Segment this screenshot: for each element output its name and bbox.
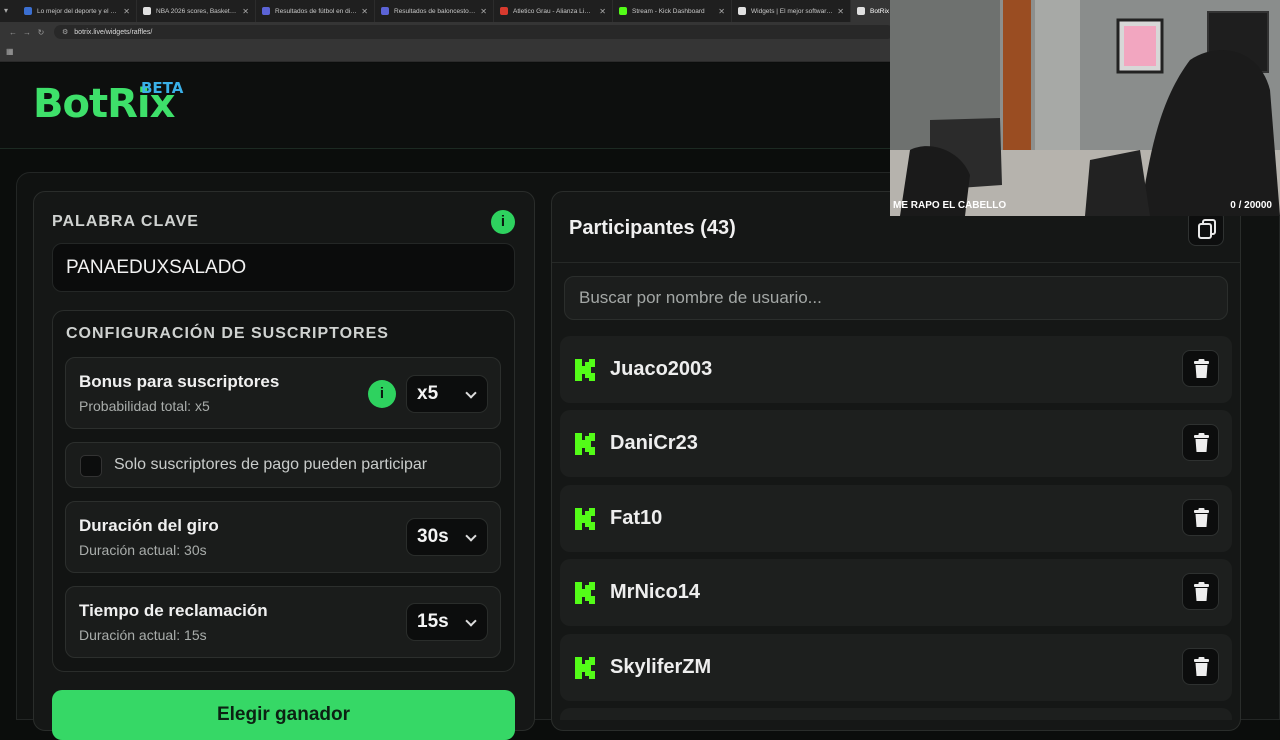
forward-arrow-icon[interactable]: →	[20, 28, 34, 37]
participant-username: Fat10	[610, 507, 663, 529]
tab-title: Atletico Grau - Alianza Lima Cu	[513, 7, 596, 15]
delete-participant-button[interactable]	[1182, 424, 1219, 461]
participant-search-input[interactable]	[564, 276, 1228, 320]
kick-icon	[575, 657, 595, 679]
keyword-label: PALABRA CLAVE	[52, 213, 199, 230]
tab-favicon-icon	[381, 7, 389, 15]
webcam-overlay: ME RAPO EL CABELLO 0 / 20000	[890, 0, 1280, 216]
participant-row: Juaco2003	[560, 336, 1232, 403]
subscriber-settings-title: CONFIGURACIÓN DE SUSCRIPTORES	[66, 325, 389, 342]
browser-tab[interactable]: NBA 2026 scores, Basketball U ✕	[137, 0, 256, 22]
delete-participant-button[interactable]	[1182, 573, 1219, 610]
participant-username: Juaco2003	[610, 358, 713, 380]
choose-winner-button[interactable]: Elegir ganador	[52, 690, 515, 740]
reload-icon[interactable]: ↻	[34, 28, 48, 37]
claim-time-select[interactable]: 15s	[406, 603, 488, 641]
webcam-caption: ME RAPO EL CABELLO	[893, 200, 1007, 211]
trash-icon	[1194, 582, 1209, 601]
paid-only-checkbox[interactable]	[80, 455, 102, 477]
tab-search-icon[interactable]: ▾	[4, 6, 8, 15]
url-field[interactable]: ⚙ botrix.live/widgets/raffles/	[54, 25, 894, 39]
trash-icon	[1194, 508, 1209, 527]
kick-icon	[575, 433, 595, 455]
claim-time-row: Tiempo de reclamación Duración actual: 1…	[65, 586, 501, 658]
bonus-subtitle: Probabilidad total: x5	[79, 398, 210, 414]
browser-tab[interactable]: Lo mejor del deporte y el entre ✕	[18, 0, 137, 22]
browser-tab[interactable]: Atletico Grau - Alianza Lima Cu ✕	[494, 0, 613, 22]
trash-icon	[1194, 657, 1209, 676]
spin-duration-title: Duración del giro	[79, 516, 219, 535]
participant-username: DaniCr23	[610, 432, 698, 454]
tab-title: Stream - Kick Dashboard	[632, 7, 705, 15]
browser-tab[interactable]: Widgets | El mejor software pa ✕	[732, 0, 851, 22]
delete-participant-button[interactable]	[1182, 350, 1219, 387]
copy-icon	[1198, 219, 1216, 239]
participant-username: SkyliferZM	[610, 656, 712, 678]
site-info-icon[interactable]: ⚙	[62, 28, 68, 36]
browser-tab[interactable]: Stream - Kick Dashboard ✕	[613, 0, 732, 22]
claim-time-subtitle: Duración actual: 15s	[79, 627, 207, 643]
tab-favicon-icon	[619, 7, 627, 15]
participant-row: DaniCr23	[560, 410, 1232, 477]
tab-title: Resultados de baloncesto en di	[394, 7, 477, 15]
tab-favicon-icon	[24, 7, 32, 15]
close-tab-icon[interactable]: ✕	[599, 7, 606, 16]
participant-row: MrNico14	[560, 559, 1232, 626]
kick-icon	[575, 359, 595, 381]
kick-icon	[575, 582, 595, 604]
apps-grid-icon[interactable]: ▦	[6, 47, 14, 56]
delete-participant-button[interactable]	[1182, 499, 1219, 536]
back-arrow-icon[interactable]: ←	[6, 28, 20, 37]
close-tab-icon[interactable]: ✕	[837, 7, 844, 16]
bonus-select[interactable]: x5	[406, 375, 488, 413]
close-tab-icon[interactable]: ✕	[718, 7, 725, 16]
tab-title: Resultados de fútbol en directo	[275, 7, 358, 15]
participant-row	[560, 708, 1232, 720]
webcam-room-image	[890, 0, 1280, 216]
browser-tab[interactable]: Resultados de baloncesto en di ✕	[375, 0, 494, 22]
trash-icon	[1194, 433, 1209, 452]
participant-username: MrNico14	[610, 581, 701, 603]
chevron-down-icon	[465, 387, 477, 399]
subscriber-bonus-row: Bonus para suscriptores Probabilidad tot…	[65, 357, 501, 429]
close-tab-icon[interactable]: ✕	[361, 7, 368, 16]
close-tab-icon[interactable]: ✕	[480, 7, 487, 16]
keyword-input[interactable]: PANAEDUXSALADO	[52, 243, 515, 292]
tab-favicon-icon	[738, 7, 746, 15]
claim-time-title: Tiempo de reclamación	[79, 601, 268, 620]
delete-participant-button[interactable]	[1182, 648, 1219, 685]
spin-duration-row: Duración del giro Duración actual: 30s 3…	[65, 501, 501, 573]
trash-icon	[1194, 359, 1209, 378]
tab-favicon-icon	[500, 7, 508, 15]
url-text: botrix.live/widgets/raffles/	[74, 28, 153, 36]
tab-favicon-icon	[143, 7, 151, 15]
spin-duration-value: 30s	[417, 526, 449, 547]
tab-favicon-icon	[262, 7, 270, 15]
bonus-select-value: x5	[417, 383, 439, 404]
webcam-counter: 0 / 20000	[1230, 200, 1272, 211]
spin-duration-subtitle: Duración actual: 30s	[79, 542, 207, 558]
spin-duration-select[interactable]: 30s	[406, 518, 488, 556]
tab-title: Lo mejor del deporte y el entre	[37, 7, 120, 15]
participant-row: SkyliferZM	[560, 634, 1232, 701]
tab-title: Widgets | El mejor software pa	[751, 7, 834, 15]
close-tab-icon[interactable]: ✕	[242, 7, 249, 16]
beta-badge: BETA	[141, 79, 184, 97]
participants-title: Participantes (43)	[569, 217, 736, 239]
browser-tab[interactable]: Resultados de fútbol en directo ✕	[256, 0, 375, 22]
participants-divider	[552, 262, 1240, 263]
bonus-title: Bonus para suscriptores	[79, 372, 280, 391]
claim-time-value: 15s	[417, 611, 449, 632]
tab-favicon-icon	[857, 7, 865, 15]
chevron-down-icon	[465, 530, 477, 542]
kick-icon	[575, 508, 595, 530]
tab-title: NBA 2026 scores, Basketball U	[156, 7, 239, 15]
paid-only-row: Solo suscriptores de pago pueden partici…	[65, 442, 501, 488]
participant-row: Fat10	[560, 485, 1232, 552]
chevron-down-icon	[465, 615, 477, 627]
bonus-info-icon[interactable]: i	[368, 380, 396, 408]
close-tab-icon[interactable]: ✕	[123, 7, 130, 16]
keyword-info-icon[interactable]: i	[491, 210, 515, 234]
paid-only-label[interactable]: Solo suscriptores de pago pueden partici…	[114, 456, 427, 474]
